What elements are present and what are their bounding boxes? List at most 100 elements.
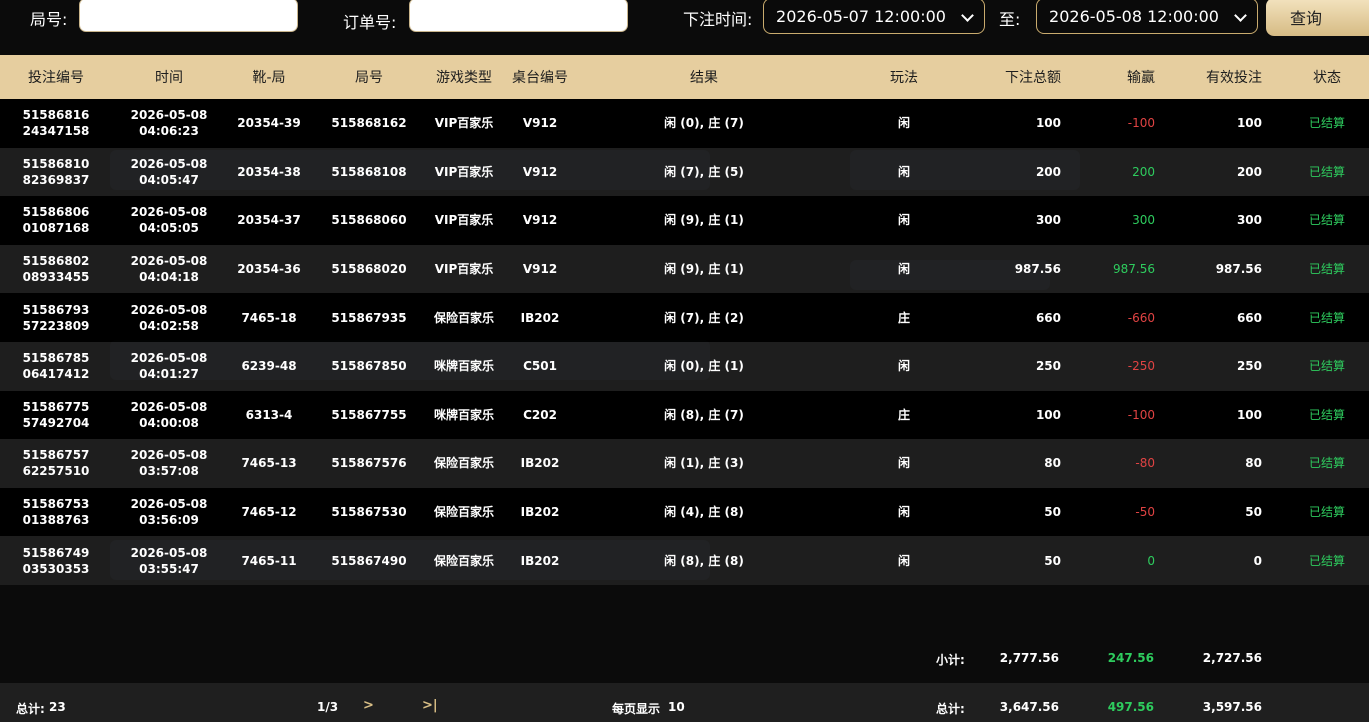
play-value: 庄 [897, 310, 911, 325]
bet-id-part1: 51586749 [22, 545, 90, 560]
bet-id-part1: 51586775 [22, 399, 90, 414]
page-indicator: 1/3 [317, 700, 339, 714]
col-winloss-cell: -100 [1128, 391, 1155, 440]
shoe-value: 20354-39 [237, 116, 301, 131]
bet-value: 300 [1035, 213, 1061, 228]
status-badge: 已结算 [1308, 262, 1346, 277]
bet-id-part2: 01388763 [22, 513, 90, 528]
col-bet-total-cell: 200 [1036, 148, 1061, 197]
col-time-cell: 2026-05-08 04:01:27 [131, 342, 208, 391]
result-value: 闲 (7), 庄 (2) [664, 310, 744, 325]
winloss-value: 200 [1132, 164, 1155, 179]
shoe-value: 7465-11 [241, 553, 297, 568]
col-winloss-cell: -100 [1128, 99, 1155, 148]
column-header-label: 靴-局 [252, 70, 286, 86]
result-value: 闲 (9), 庄 (1) [664, 262, 744, 277]
bet-date: 2026-05-08 [130, 302, 208, 317]
status-badge: 已结算 [1308, 116, 1346, 131]
result-value: 闲 (0), 庄 (7) [664, 116, 744, 131]
order-input[interactable] [409, 0, 628, 32]
shoe-value: 7465-18 [241, 310, 297, 325]
round-value: 515867935 [331, 310, 407, 325]
bet-time: 04:01:27 [139, 367, 199, 382]
column-header-label: 状态 [1313, 70, 1341, 86]
winloss-value: 300 [1132, 213, 1155, 228]
col-play-cell: 闲 [898, 536, 910, 585]
round-input[interactable] [79, 0, 298, 32]
col-status-header: 状态 [1313, 55, 1341, 99]
query-label: 查询 [1289, 9, 1322, 28]
status-badge: 已结算 [1308, 456, 1346, 471]
col-bet-id-cell: 51586810 82369837 [23, 148, 90, 197]
table-value: C501 [523, 359, 557, 374]
bet-time: 04:04:18 [139, 270, 199, 285]
bet-id-part1: 51586757 [22, 448, 90, 463]
play-value: 闲 [897, 164, 911, 179]
valid-value: 80 [1245, 456, 1262, 471]
bet-id-part2: 06417412 [22, 367, 90, 382]
col-bet-id-cell: 51586802 08933455 [23, 245, 90, 294]
table-row: 51586775 57492704 2026-05-08 04:00:08 6313-4… [0, 390, 1369, 440]
col-play-cell: 闲 [898, 439, 910, 488]
chevron-down-icon [961, 9, 974, 22]
col-game-type-cell: 保险百家乐 [434, 293, 494, 342]
valid-value: 200 [1236, 164, 1262, 179]
column-header-label: 输赢 [1127, 70, 1155, 86]
col-status-cell: 已结算 [1309, 439, 1345, 488]
column-header-label: 下注总额 [1005, 70, 1061, 86]
start-time-select[interactable]: 2026-05-07 12:00:00 [763, 0, 985, 34]
col-result-cell: 闲 (9), 庄 (1) [664, 245, 744, 294]
next-page-button[interactable]: > [363, 698, 374, 713]
col-play-cell: 闲 [898, 148, 910, 197]
col-status-cell: 已结算 [1309, 245, 1345, 294]
col-time-cell: 2026-05-08 04:04:18 [131, 245, 208, 294]
col-time-cell: 2026-05-08 04:00:08 [131, 391, 208, 440]
order-label: 订单号: [343, 13, 397, 32]
col-result-cell: 闲 (4), 庄 (8) [664, 488, 744, 537]
col-valid-bet-cell: 100 [1237, 99, 1262, 148]
col-game-type-cell: 保险百家乐 [434, 488, 494, 537]
result-value: 闲 (7), 庄 (5) [664, 164, 744, 179]
col-valid-bet-header: 有效投注 [1206, 55, 1262, 99]
col-play-cell: 闲 [898, 342, 910, 391]
table-body: 51586816 24347158 2026-05-08 04:06:23 20354-… [0, 99, 1369, 585]
col-bet-id-header: 投注编号 [28, 55, 84, 99]
table-value: IB202 [520, 505, 560, 520]
bet-date: 2026-05-08 [130, 399, 208, 414]
col-result-cell: 闲 (0), 庄 (1) [664, 342, 744, 391]
bet-date: 2026-05-08 [130, 497, 208, 512]
table-value: IB202 [520, 456, 560, 471]
bet-id-part2: 62257510 [22, 464, 90, 479]
bet-value: 50 [1044, 553, 1061, 568]
query-button[interactable]: 查询 [1266, 0, 1369, 36]
end-time-select[interactable]: 2026-05-08 12:00:00 [1036, 0, 1258, 34]
table-value: V912 [522, 213, 558, 228]
column-header-label: 游戏类型 [436, 70, 492, 86]
subtotal-row: 小计: 2,777.56 247.56 2,727.56 [0, 633, 1369, 681]
play-value: 闲 [897, 213, 911, 228]
game-value: 保险百家乐 [433, 553, 495, 568]
bet-records-table: 投注编号 时间 靴-局 局号 游戏类型 桌台编号 结果 玩法 下注总额 输赢 有效投注 状态 5158… [0, 55, 1369, 585]
col-bet-total-cell: 660 [1036, 293, 1061, 342]
status-badge: 已结算 [1308, 407, 1346, 422]
grand-total-winloss: 497.56 [1107, 700, 1154, 714]
col-table-no-cell: IB202 [521, 293, 560, 342]
col-play-cell: 闲 [898, 196, 910, 245]
col-valid-bet-cell: 250 [1237, 342, 1262, 391]
last-page-button[interactable]: >| [422, 698, 438, 713]
table-value: V912 [522, 116, 558, 131]
winloss-value: -100 [1127, 116, 1155, 131]
col-status-cell: 已结算 [1309, 488, 1345, 537]
round-value: 515868108 [331, 164, 407, 179]
bet-id-part2: 03530353 [22, 561, 90, 576]
col-bet-total-cell: 80 [1044, 439, 1061, 488]
col-play-cell: 闲 [898, 488, 910, 537]
shoe-value: 20354-36 [237, 262, 301, 277]
col-round-no-cell: 515868108 [331, 148, 406, 197]
per-page-value: 10 [668, 700, 685, 714]
play-value: 闲 [897, 359, 911, 374]
bet-date: 2026-05-08 [130, 156, 208, 171]
total-count: 23 [49, 700, 66, 714]
valid-value: 100 [1236, 116, 1262, 131]
valid-value: 987.56 [1215, 262, 1262, 277]
